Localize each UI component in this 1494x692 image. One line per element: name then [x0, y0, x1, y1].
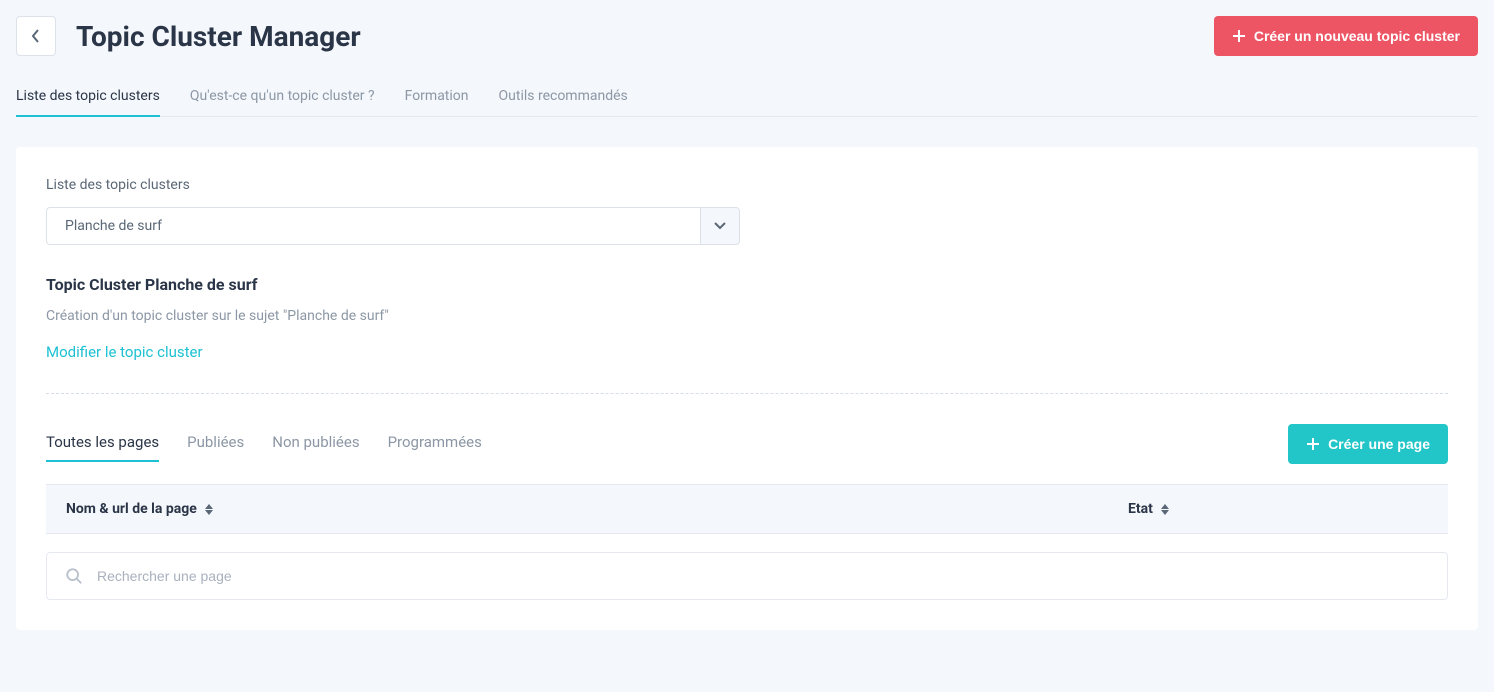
- page-title: Topic Cluster Manager: [76, 20, 361, 53]
- column-state-label: Etat: [1128, 501, 1153, 517]
- tab-tools[interactable]: Outils recommandés: [499, 80, 628, 116]
- page-header: Topic Cluster Manager Créer un nouveau t…: [16, 16, 1478, 56]
- sort-icon: [205, 504, 213, 515]
- pages-tab-scheduled[interactable]: Programmées: [388, 427, 482, 461]
- sort-icon: [1161, 504, 1169, 515]
- column-name-label: Nom & url de la page: [66, 501, 197, 517]
- search-icon: [65, 567, 83, 585]
- content-card: Liste des topic clusters Planche de surf…: [16, 147, 1478, 630]
- divider: [46, 393, 1448, 394]
- cluster-title: Topic Cluster Planche de surf: [46, 275, 1448, 294]
- create-page-label: Créer une page: [1328, 436, 1430, 452]
- plus-icon: [1306, 437, 1320, 451]
- back-button[interactable]: [16, 16, 56, 56]
- column-state[interactable]: Etat: [1128, 501, 1428, 517]
- plus-icon: [1232, 29, 1246, 43]
- search-input[interactable]: [97, 568, 1429, 584]
- tab-what-is[interactable]: Qu'est-ce qu'un topic cluster ?: [190, 80, 375, 116]
- tab-training[interactable]: Formation: [405, 80, 469, 116]
- column-name-url[interactable]: Nom & url de la page: [66, 501, 1128, 517]
- cluster-select-value: Planche de surf: [46, 207, 700, 245]
- cluster-description: Création d'un topic cluster sur le sujet…: [46, 308, 1448, 324]
- chevron-left-icon: [32, 29, 40, 43]
- chevron-down-icon: [714, 222, 726, 230]
- main-tabs: Liste des topic clusters Qu'est-ce qu'un…: [16, 80, 1478, 117]
- create-topic-cluster-label: Créer un nouveau topic cluster: [1254, 28, 1460, 44]
- cluster-select[interactable]: Planche de surf: [46, 207, 740, 245]
- pages-tab-published[interactable]: Publiées: [187, 427, 244, 461]
- edit-cluster-link[interactable]: Modifier le topic cluster: [46, 343, 203, 361]
- cluster-list-label: Liste des topic clusters: [46, 177, 1448, 193]
- pages-tab-unpublished[interactable]: Non publiées: [272, 427, 359, 461]
- cluster-select-toggle[interactable]: [700, 207, 740, 245]
- create-topic-cluster-button[interactable]: Créer un nouveau topic cluster: [1214, 16, 1478, 56]
- tab-cluster-list[interactable]: Liste des topic clusters: [16, 80, 160, 116]
- pages-table-header: Nom & url de la page Etat: [46, 484, 1448, 534]
- search-box[interactable]: [46, 552, 1448, 600]
- header-left: Topic Cluster Manager: [16, 16, 361, 56]
- pages-header-row: Toutes les pages Publiées Non publiées P…: [46, 424, 1448, 464]
- pages-tab-all[interactable]: Toutes les pages: [46, 427, 159, 461]
- pages-tabs: Toutes les pages Publiées Non publiées P…: [46, 427, 482, 461]
- search-wrapper: [46, 552, 1448, 600]
- create-page-button[interactable]: Créer une page: [1288, 424, 1448, 464]
